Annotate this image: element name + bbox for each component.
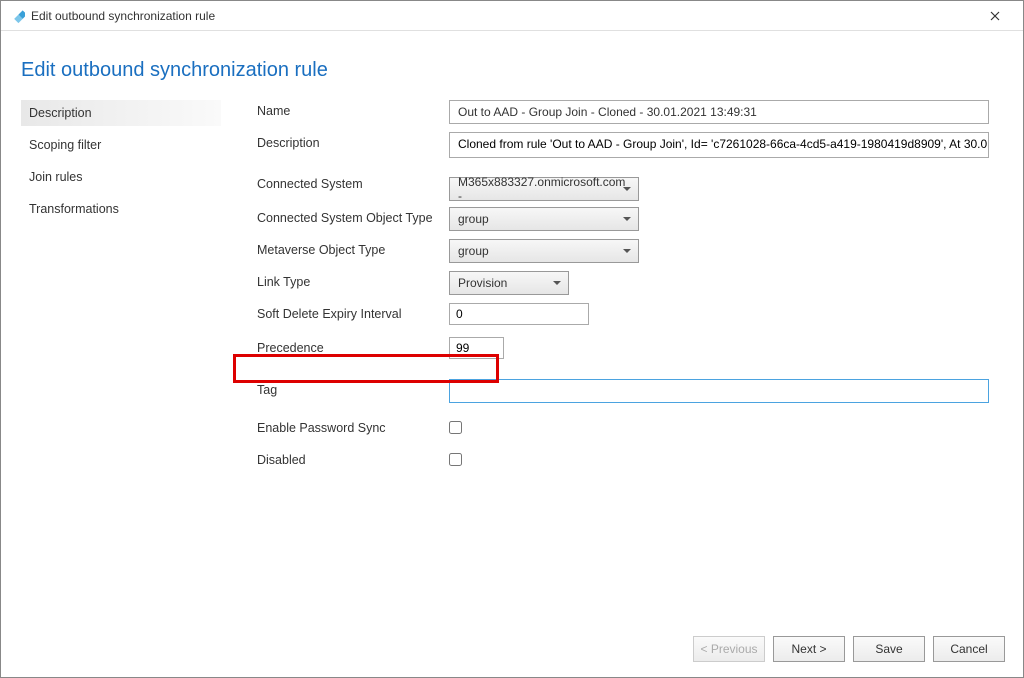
cancel-button[interactable]: Cancel [933,636,1005,662]
name-label: Name [257,100,449,118]
titlebar: Edit outbound synchronization rule [1,1,1023,31]
sidebar-item-scoping-filter[interactable]: Scoping filter [21,132,221,158]
connected-system-dropdown[interactable]: M365x883327.onmicrosoft.com - [449,177,639,201]
connected-system-label: Connected System [257,173,449,191]
precedence-input[interactable] [449,337,504,359]
enable-pwd-sync-label: Enable Password Sync [257,417,449,435]
page-title: Edit outbound synchronization rule [21,59,1003,82]
sidebar: Description Scoping filter Join rules Tr… [21,100,221,481]
enable-pwd-sync-checkbox[interactable] [449,421,462,434]
previous-button: < Previous [693,636,765,662]
soft-delete-input[interactable] [449,303,589,325]
cs-object-type-label: Connected System Object Type [257,207,449,225]
description-input[interactable]: Cloned from rule 'Out to AAD - Group Joi… [449,132,989,158]
disabled-checkbox[interactable] [449,453,462,466]
close-button[interactable] [975,2,1015,30]
soft-delete-label: Soft Delete Expiry Interval [257,303,449,321]
cs-object-type-dropdown[interactable]: group [449,207,639,231]
mv-object-type-label: Metaverse Object Type [257,239,449,257]
precedence-label: Precedence [257,337,449,355]
save-button[interactable]: Save [853,636,925,662]
footer: < Previous Next > Save Cancel [1,621,1023,677]
app-icon [9,8,25,24]
sidebar-item-transformations[interactable]: Transformations [21,196,221,222]
tag-label: Tag [257,379,449,397]
close-icon [990,11,1000,21]
disabled-label: Disabled [257,449,449,467]
name-input[interactable] [449,100,989,124]
window-title: Edit outbound synchronization rule [31,9,975,23]
sidebar-item-join-rules[interactable]: Join rules [21,164,221,190]
mv-object-type-dropdown[interactable]: group [449,239,639,263]
content-area: Edit outbound synchronization rule Descr… [1,31,1023,621]
description-label: Description [257,132,449,150]
link-type-label: Link Type [257,271,449,289]
form-area: Name Description Cloned from rule 'Out t… [221,100,1003,481]
next-button[interactable]: Next > [773,636,845,662]
tag-input[interactable] [449,379,989,403]
sidebar-item-description[interactable]: Description [21,100,221,126]
link-type-dropdown[interactable]: Provision [449,271,569,295]
